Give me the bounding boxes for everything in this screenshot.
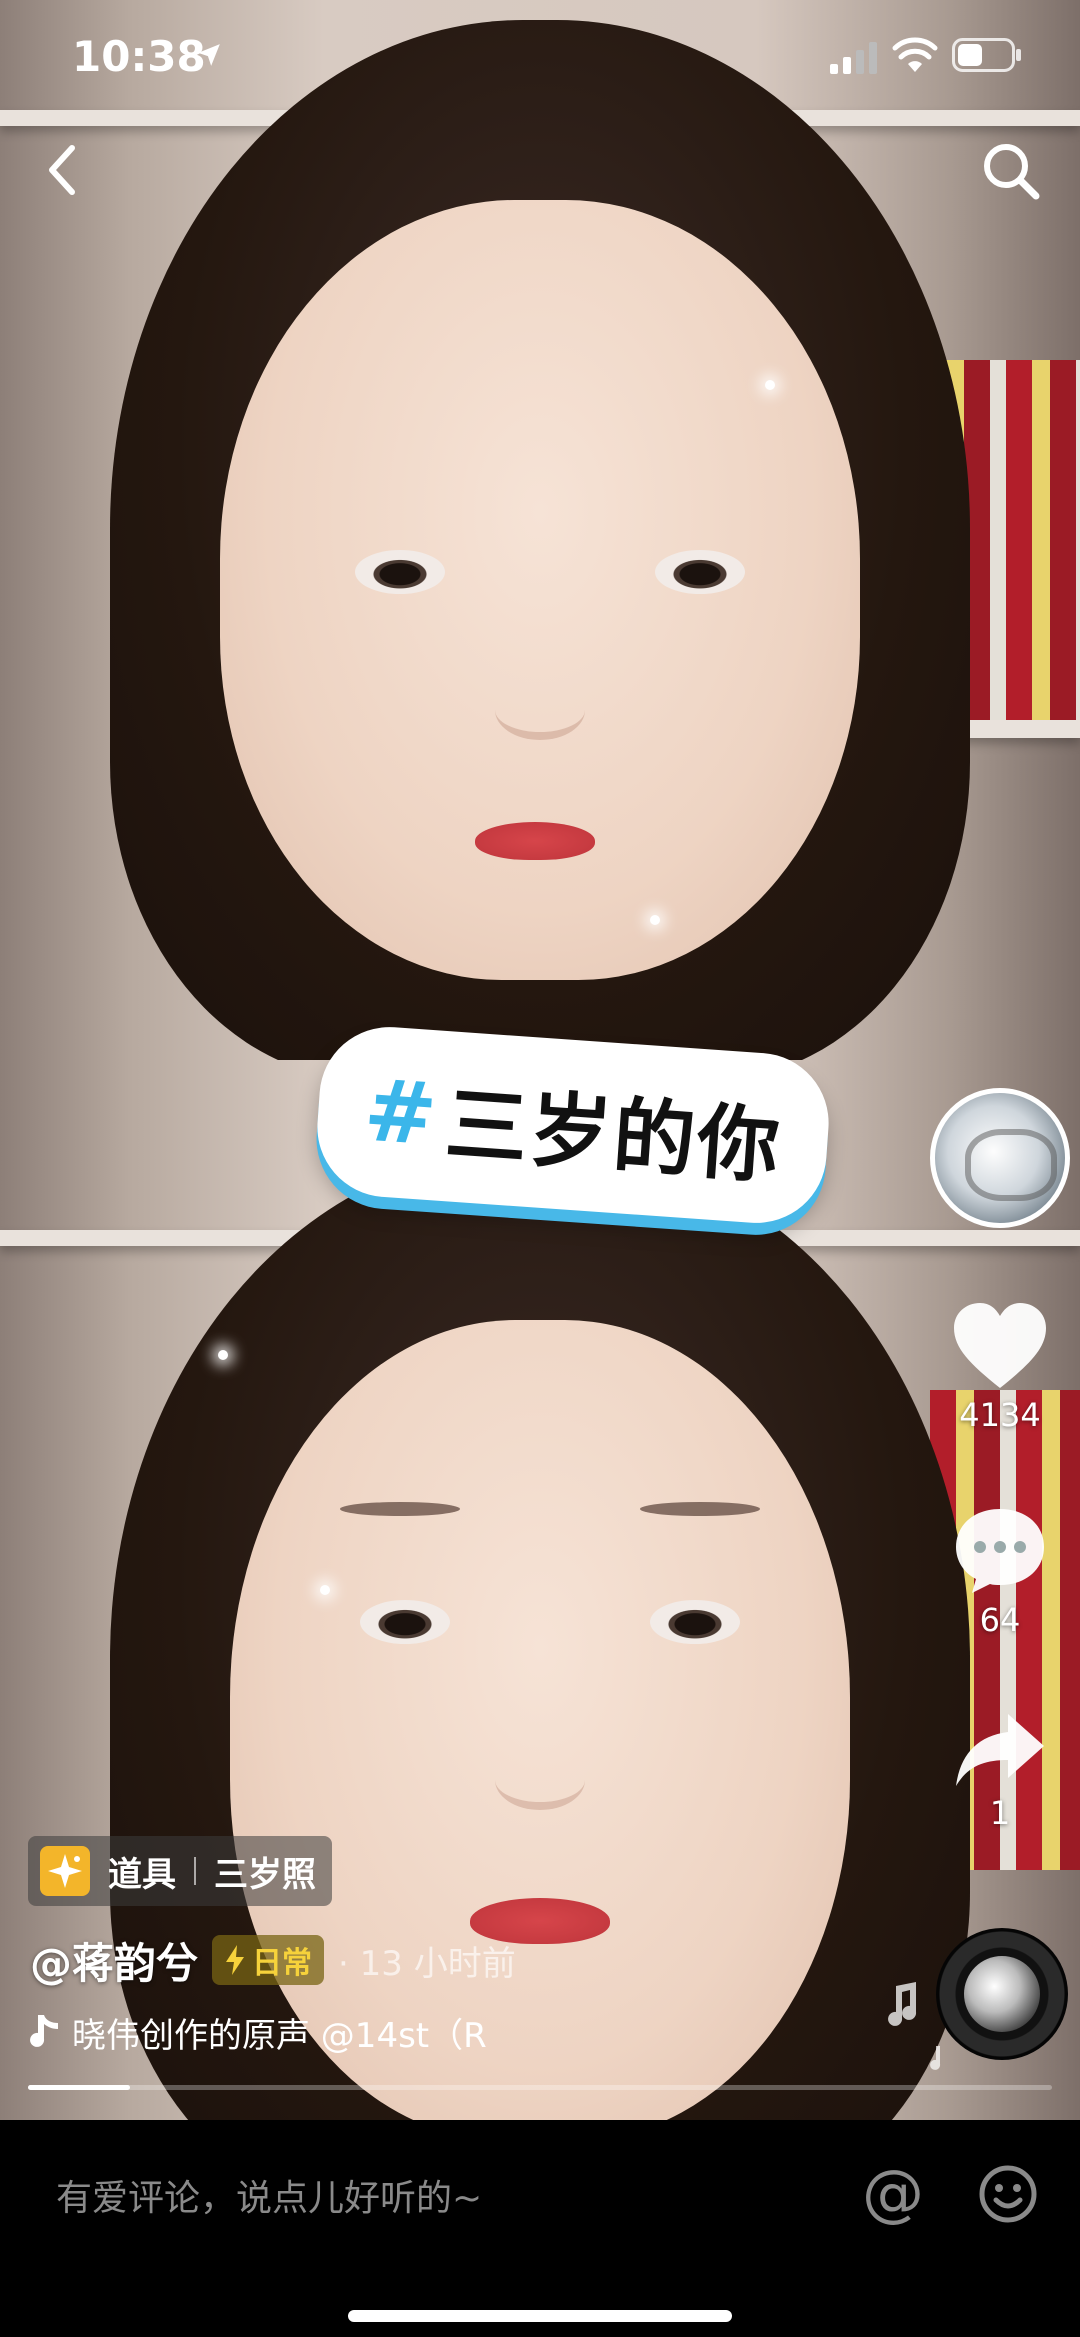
mention-button[interactable]: @: [860, 2162, 926, 2228]
music-title: 晓伟创作的原声 @14st（R: [72, 2015, 487, 2056]
brow: [340, 1502, 460, 1516]
share-count: 1: [989, 1794, 1011, 1832]
wifi-icon: [892, 37, 938, 72]
post-time: · 13 小时前: [338, 1943, 516, 1984]
lightning-icon: [226, 1945, 245, 1975]
status-bar: 10:38: [0, 0, 1080, 120]
share-button[interactable]: 1: [938, 1710, 1062, 1832]
signal-icon: [830, 42, 877, 74]
home-indicator[interactable]: [348, 2310, 732, 2322]
comment-button[interactable]: 64: [938, 1505, 1062, 1639]
sparkle-icon: [48, 1854, 82, 1888]
prop-chip[interactable]: 道具 三岁照: [28, 1836, 332, 1906]
share-icon: [956, 1714, 1044, 1786]
sparkle-icon: [218, 1350, 228, 1360]
face: [220, 200, 860, 980]
like-button[interactable]: 4134: [938, 1300, 1062, 1434]
sparkle-icon: [650, 915, 660, 925]
prop-name: 三岁照: [214, 1854, 316, 1895]
video-progress-bar[interactable]: [28, 2085, 1052, 2090]
sparkle-icon: [320, 1585, 330, 1595]
music-note-icon: [888, 1982, 917, 2026]
battery-icon: [952, 38, 1021, 72]
video-progress-fill: [28, 2085, 131, 2090]
hashtag-symbol: #: [360, 1060, 440, 1166]
author-line: @蒋韵兮 日常 · 13 小时前: [30, 1930, 516, 1990]
music-line[interactable]: 晓伟创作的原声 @14st（R: [30, 2004, 570, 2060]
music-note-icon: [30, 2015, 58, 2047]
comment-input[interactable]: 有爱评论，说点儿好听的~: [56, 2160, 816, 2230]
nose: [495, 1750, 585, 1810]
prop-label: 道具: [108, 1854, 176, 1895]
music-disc-cover: [964, 1956, 1040, 2032]
comment-icon: [956, 1509, 1044, 1593]
eye: [650, 1600, 740, 1644]
brow: [640, 1502, 760, 1516]
eye: [355, 550, 445, 594]
nose: [495, 680, 585, 740]
emoji-icon[interactable]: [978, 2164, 1038, 2224]
prop-divider: [194, 1857, 196, 1885]
eye: [360, 1600, 450, 1644]
comment-bar: 有爱评论，说点儿好听的~ @: [0, 2120, 1080, 2337]
comment-count: 64: [979, 1601, 1021, 1639]
hashtag-sticker: # 三岁的你: [312, 1022, 834, 1228]
sparkle-icon: [765, 380, 775, 390]
heart-icon: [954, 1303, 1046, 1388]
author-handle[interactable]: @蒋韵兮: [30, 1930, 198, 1991]
music-note-icon: [930, 2046, 941, 2070]
location-arrow-icon: [198, 44, 220, 66]
prop-icon: [40, 1846, 90, 1896]
back-arrow-icon[interactable]: [38, 140, 88, 200]
author-avatar[interactable]: [930, 1088, 1070, 1228]
search-icon[interactable]: [980, 140, 1042, 202]
daily-badge-text: 日常: [252, 1946, 313, 1981]
status-time: 10:38: [72, 32, 206, 81]
face: [230, 1320, 850, 2120]
photo-top-panel: [0, 0, 1080, 1060]
eye: [655, 550, 745, 594]
daily-badge[interactable]: 日常: [212, 1935, 325, 1985]
music-disc[interactable]: [936, 1928, 1068, 2060]
hashtag-text: 三岁的你: [442, 1076, 785, 1195]
lips: [475, 822, 595, 860]
like-count: 4134: [959, 1396, 1041, 1434]
